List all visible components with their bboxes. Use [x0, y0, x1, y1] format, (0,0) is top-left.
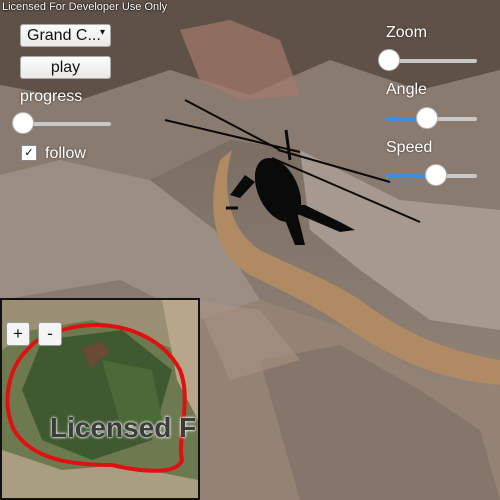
- zoom-slider[interactable]: [377, 49, 477, 71]
- angle-label: Angle: [386, 81, 427, 98]
- zoom-in-button[interactable]: +: [6, 322, 30, 346]
- mission-dropdown[interactable]: Grand C... ▾: [20, 24, 111, 47]
- slider-thumb[interactable]: [377, 49, 400, 71]
- speed-slider[interactable]: [386, 164, 477, 186]
- overview-minimap[interactable]: Licensed F + -: [0, 298, 200, 500]
- slider-thumb[interactable]: [11, 112, 34, 134]
- progress-slider[interactable]: [11, 112, 111, 134]
- mission-selected-value: Grand C...: [27, 27, 101, 44]
- slider-thumb[interactable]: [415, 107, 438, 129]
- angle-slider[interactable]: [386, 107, 477, 129]
- slider-thumb[interactable]: [425, 164, 448, 186]
- minimap-license-watermark: Licensed F: [50, 412, 197, 443]
- minimap-terrain: [2, 300, 198, 498]
- license-watermark: Licensed For Developer Use Only: [2, 1, 168, 13]
- speed-label: Speed: [386, 139, 433, 156]
- progress-label: progress: [20, 88, 83, 105]
- checkmark-icon: ✓: [24, 147, 34, 159]
- zoom-out-button[interactable]: -: [38, 322, 62, 346]
- chevron-down-icon: ▾: [99, 27, 105, 38]
- zoom-label: Zoom: [386, 24, 427, 41]
- follow-checkbox[interactable]: ✓: [21, 145, 37, 161]
- follow-label: follow: [45, 145, 86, 162]
- play-button[interactable]: play: [20, 56, 111, 79]
